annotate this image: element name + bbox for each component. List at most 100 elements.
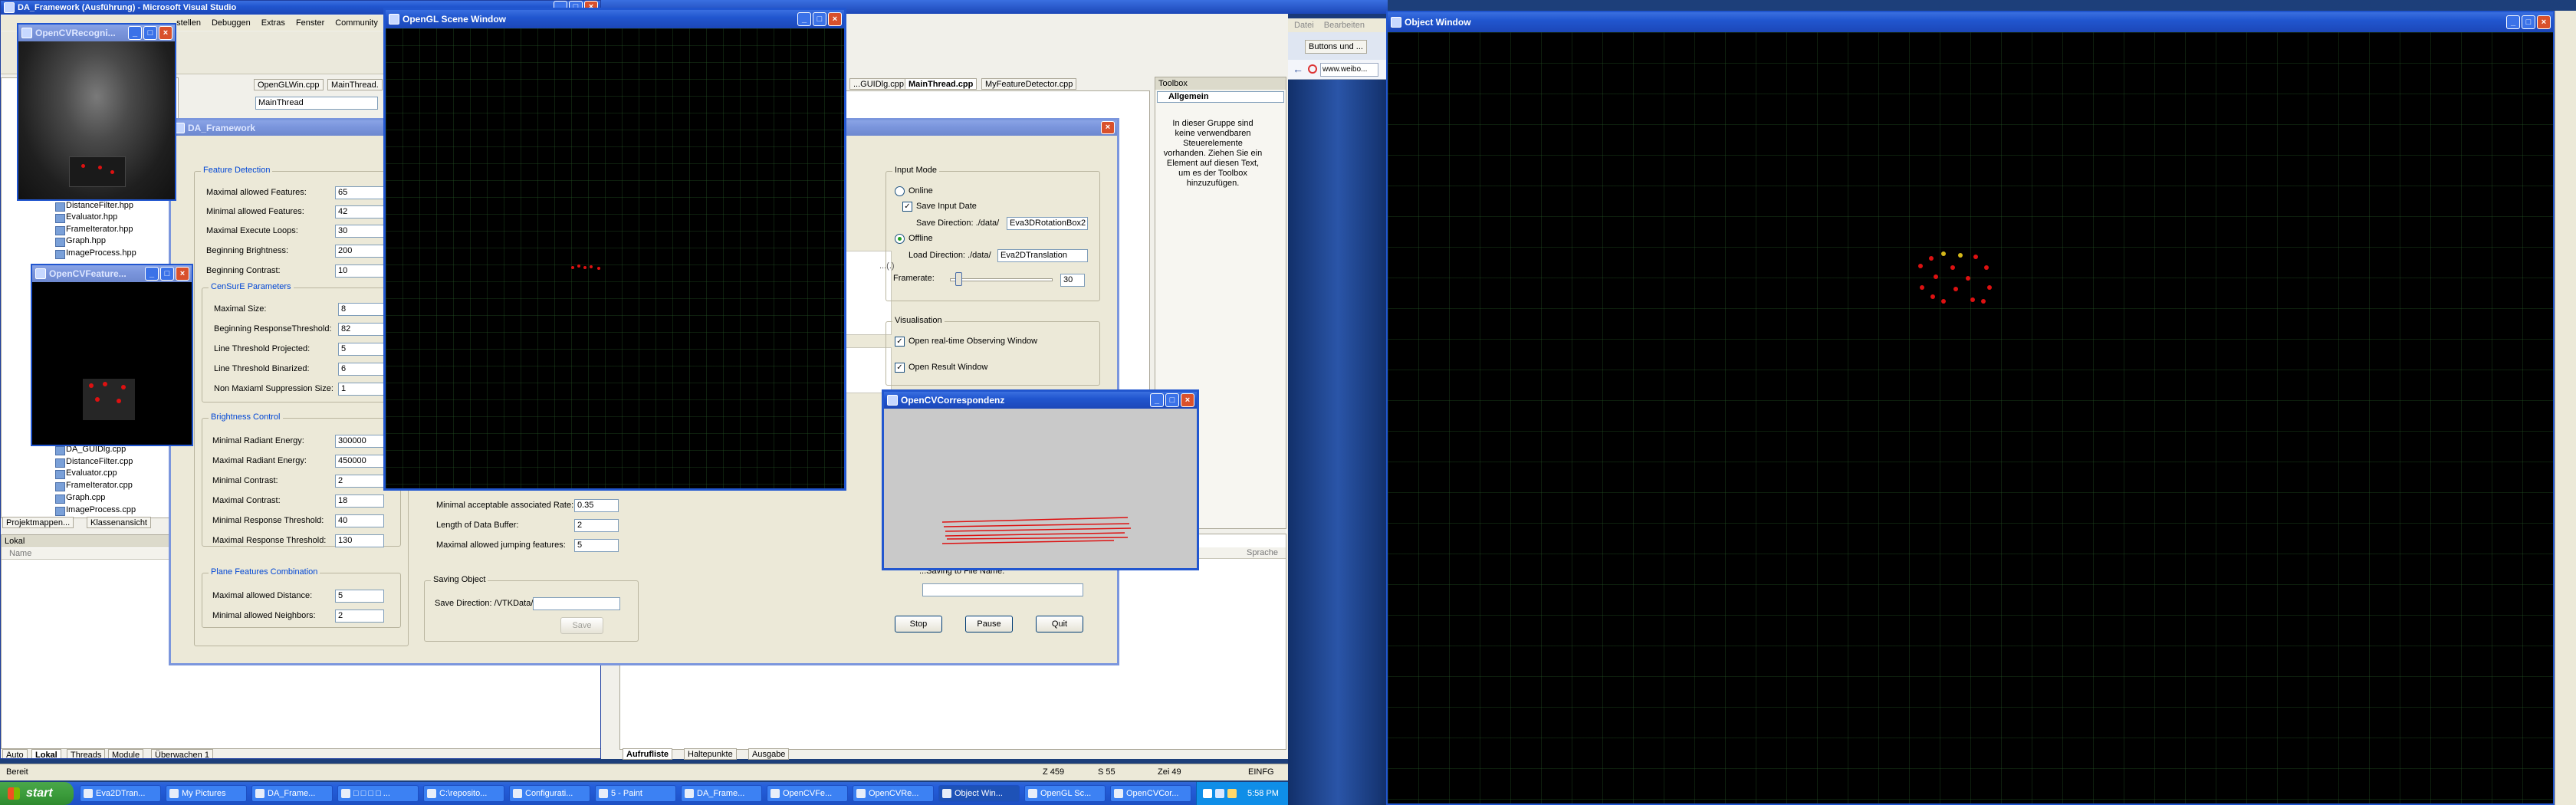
tab-auto[interactable]: Auto (2, 749, 28, 758)
offline-radio[interactable] (895, 234, 905, 244)
doc-tab[interactable]: OpenGLWin.cpp (254, 79, 324, 90)
max-contrast-input[interactable]: 18 (335, 495, 384, 508)
taskbar-button[interactable]: DA_Frame... (251, 785, 333, 802)
tray-icon[interactable] (1227, 789, 1237, 798)
tree-item[interactable]: Evaluator.hpp (54, 212, 117, 223)
menu-item[interactable]: Community (335, 18, 378, 28)
pause-button[interactable]: Pause (965, 616, 1013, 632)
minimize-button[interactable]: _ (2506, 15, 2520, 29)
tab-call-stack[interactable]: Aufrufliste (623, 748, 672, 760)
tree-item[interactable]: FrameIterator.hpp (54, 225, 133, 235)
stop-button[interactable]: Stop (895, 616, 942, 632)
tree-item[interactable]: ImageProcess.hpp (54, 248, 136, 259)
correspondenz-titlebar[interactable]: OpenCVCorrespondenz _ □ × (884, 392, 1197, 409)
doc-tab[interactable]: MainThread. (327, 79, 383, 90)
taskbar-button[interactable]: C:\reposito... (423, 785, 504, 802)
tree-item[interactable]: DistanceFilter.cpp (54, 457, 133, 468)
filename-input[interactable] (922, 583, 1083, 596)
menu-item[interactable]: Debuggen (212, 18, 251, 28)
close-button[interactable]: × (828, 12, 842, 26)
taskbar-button[interactable]: OpenCVCor... (1110, 785, 1191, 802)
language-column[interactable]: Sprache (1247, 548, 1278, 557)
jumping-features-input[interactable]: 5 (574, 539, 619, 552)
close-button[interactable]: × (176, 267, 189, 281)
browser-tab[interactable]: Buttons und ... (1305, 40, 1367, 54)
doc-tab[interactable]: ...GUIDlg.cpp (849, 78, 909, 90)
start-button[interactable]: start (0, 782, 74, 805)
tray-icon[interactable] (1203, 789, 1212, 798)
toolbox-section[interactable]: Allgemein (1157, 91, 1284, 103)
taskbar-button[interactable]: 5 - Paint (595, 785, 676, 802)
menu-item[interactable]: Datei (1294, 21, 1314, 30)
max-size-input[interactable]: 8 (338, 303, 384, 316)
taskbar-button[interactable]: Object Win... (938, 785, 1020, 802)
close-button[interactable]: × (1181, 393, 1194, 407)
line-projected-input[interactable]: 5 (338, 343, 384, 356)
maximize-button[interactable]: □ (2522, 15, 2535, 29)
tray-icon[interactable] (1215, 789, 1224, 798)
minimize-button[interactable]: _ (128, 26, 142, 40)
save-dir-input[interactable]: Eva3DRotationBox2 (1007, 217, 1088, 230)
tree-item[interactable]: DistanceFilter.hpp (54, 201, 133, 212)
response-threshold-input[interactable]: 82 (338, 323, 384, 336)
taskbar-button[interactable]: My Pictures (166, 785, 247, 802)
min-contrast-input[interactable]: 2 (335, 475, 384, 488)
data-buffer-input[interactable]: 2 (574, 519, 619, 532)
framerate-slider-thumb[interactable] (955, 272, 962, 286)
clock[interactable]: 5:58 PM (1247, 782, 1279, 805)
online-radio[interactable] (895, 186, 905, 196)
max-response-input[interactable]: 130 (335, 534, 384, 547)
save-button[interactable]: Save (560, 617, 603, 634)
back-icon[interactable]: ← (1293, 63, 1303, 75)
close-button[interactable]: × (159, 26, 172, 40)
locals-name-column[interactable]: Name (9, 549, 31, 558)
opencv-recog-titlebar[interactable]: OpenCVRecogni... _ □ × (18, 25, 175, 41)
tab-watch[interactable]: Überwachen 1 (151, 749, 213, 758)
maximize-button[interactable]: □ (143, 26, 157, 40)
minimize-button[interactable]: _ (145, 267, 159, 281)
tab-locals[interactable]: Lokal (31, 749, 61, 758)
object-window-titlebar[interactable]: Object Window _ □ × (1388, 12, 2553, 32)
min-features-input[interactable]: 42 (335, 205, 384, 219)
menu-item[interactable]: Extras (261, 18, 285, 28)
menu-item[interactable]: Fenster (296, 18, 324, 28)
browser-titlebar[interactable] (1288, 0, 1388, 14)
maximize-button[interactable]: □ (1165, 393, 1179, 407)
close-button[interactable]: × (2537, 15, 2551, 29)
max-energy-input[interactable]: 450000 (335, 455, 384, 468)
menu-item[interactable]: Bearbeiten (1324, 21, 1365, 30)
minimize-button[interactable]: _ (797, 12, 811, 26)
brightness-input[interactable]: 200 (335, 245, 384, 258)
taskbar-button[interactable]: OpenCVFe... (767, 785, 848, 802)
max-loops-input[interactable]: 30 (335, 225, 384, 238)
maximize-button[interactable]: □ (160, 267, 174, 281)
observing-checkbox[interactable]: ✓ (895, 337, 905, 347)
load-dir-input[interactable]: Eva2DTranslation (997, 249, 1088, 262)
max-distance-input[interactable]: 5 (335, 590, 384, 603)
framerate-input[interactable]: 30 (1060, 274, 1085, 287)
close-button[interactable]: × (1101, 121, 1115, 134)
taskbar-button[interactable]: DA_Frame... (681, 785, 762, 802)
taskbar-button[interactable]: OpenGL Sc... (1024, 785, 1106, 802)
tab-modules[interactable]: Module (108, 749, 144, 758)
tab-threads[interactable]: Threads (67, 749, 106, 758)
opengl-titlebar[interactable]: OpenGL Scene Window _ □ × (386, 10, 844, 28)
tree-item[interactable]: ImageProcess.cpp (54, 505, 136, 516)
nms-size-input[interactable]: 1 (338, 383, 384, 396)
tree-item[interactable]: Evaluator.cpp (54, 468, 117, 479)
taskbar-button[interactable]: Eva2DTran... (80, 785, 161, 802)
tree-item[interactable]: Graph.cpp (54, 493, 105, 504)
associated-rate-input[interactable]: 0.35 (574, 499, 619, 512)
result-checkbox[interactable]: ✓ (895, 363, 905, 373)
tab-breakpoints[interactable]: Haltepunkte (684, 748, 737, 760)
opengl-canvas[interactable] (386, 28, 844, 488)
maximize-button[interactable]: □ (813, 12, 826, 26)
object-canvas[interactable] (1388, 32, 2553, 803)
taskbar-button[interactable]: OpenCVRe... (853, 785, 934, 802)
tab-class-view[interactable]: Klassenansicht (87, 517, 151, 528)
framerate-slider-track[interactable] (950, 278, 1053, 281)
opencv-feature-titlebar[interactable]: OpenCVFeature... _ □ × (32, 265, 192, 282)
min-energy-input[interactable]: 300000 (335, 435, 384, 448)
tab-solution-explorer[interactable]: Projektmappen... (2, 517, 74, 528)
save-direction-input[interactable] (533, 597, 620, 610)
